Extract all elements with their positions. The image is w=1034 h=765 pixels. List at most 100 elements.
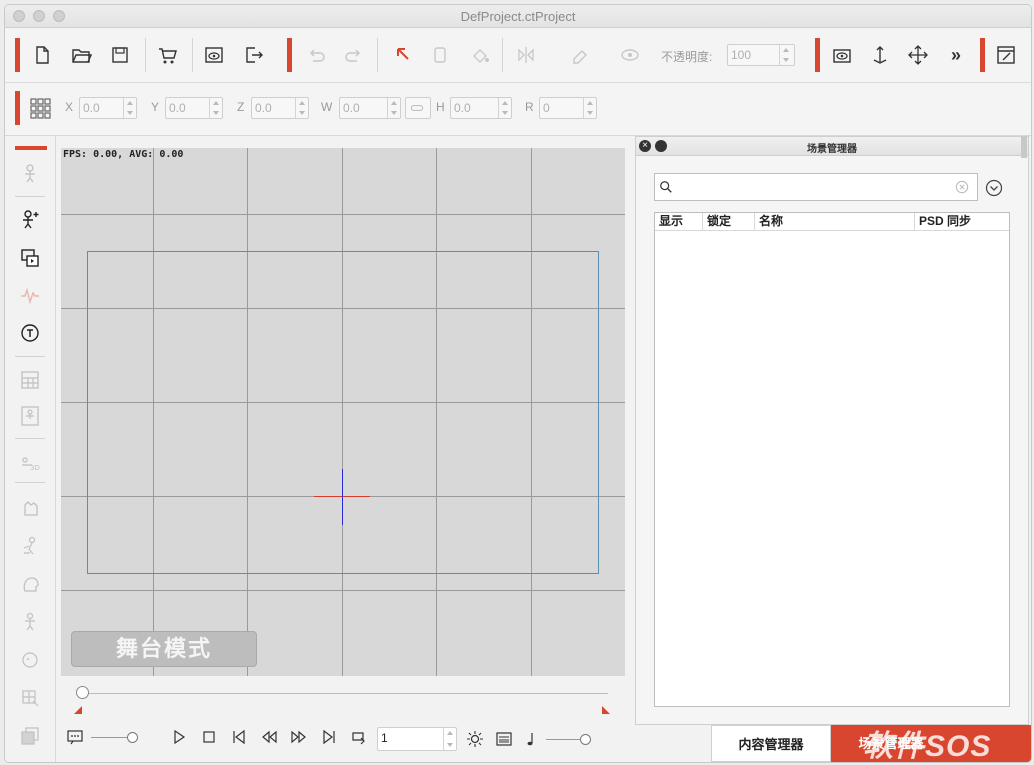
panel-separator (15, 356, 45, 357)
select-arrow-icon[interactable] (390, 42, 416, 68)
column-header-lock[interactable]: 锁定 (703, 213, 755, 230)
toolbar-separator (192, 38, 193, 72)
stage-mode-button[interactable]: 舞台模式 (71, 631, 257, 667)
w-input[interactable]: 0.0 (339, 97, 401, 119)
r-label: R (525, 100, 534, 114)
toolbar-grip (287, 38, 292, 72)
scene-search-box[interactable] (654, 173, 978, 201)
motion-puppet-icon[interactable] (18, 534, 42, 558)
toolbar-grip (980, 38, 985, 72)
volume-slider-thumb[interactable] (580, 734, 591, 745)
undo-icon[interactable] (303, 42, 329, 68)
table-header-row: 显示 锁定 名称 PSD 同步 (655, 213, 1009, 231)
flip-icon[interactable] (513, 42, 539, 68)
anchor-icon[interactable] (867, 42, 893, 68)
eraser-icon[interactable] (567, 42, 593, 68)
h-input[interactable]: 0.0 (450, 97, 512, 119)
link-icon (410, 105, 424, 111)
h-value: 0.0 (454, 101, 471, 115)
camera-eye-icon[interactable] (829, 42, 855, 68)
figure-icon[interactable] (18, 610, 42, 634)
character-magic-icon[interactable] (18, 208, 42, 232)
h-stepper[interactable] (498, 98, 511, 118)
y-stepper[interactable] (209, 98, 222, 118)
text-bubble-icon[interactable] (18, 322, 42, 346)
preview-icon[interactable] (201, 42, 227, 68)
video-frame-icon[interactable] (18, 246, 42, 270)
z-input[interactable]: 0.0 (251, 97, 309, 119)
grid-layout-icon[interactable] (18, 368, 42, 392)
scene-search-input[interactable] (677, 177, 951, 199)
r-value: 0 (543, 101, 550, 115)
zoom-slider-thumb[interactable] (127, 732, 138, 743)
range-end-marker[interactable] (602, 706, 610, 714)
w-stepper[interactable] (387, 98, 400, 118)
filter-dropdown-icon[interactable] (985, 179, 1003, 197)
stop-icon[interactable] (199, 727, 219, 747)
z-stepper[interactable] (295, 98, 308, 118)
new-file-icon[interactable] (29, 42, 55, 68)
first-frame-icon[interactable] (229, 727, 249, 747)
x-stepper[interactable] (123, 98, 136, 118)
opacity-dropdown-arrow[interactable] (779, 45, 794, 65)
visibility-eye-icon[interactable] (617, 42, 643, 68)
cart-icon[interactable] (154, 42, 180, 68)
rewind-icon[interactable] (259, 727, 279, 747)
hand-gesture-icon[interactable] (18, 496, 42, 520)
column-header-show[interactable]: 显示 (655, 213, 703, 230)
paint-bucket-icon[interactable] (467, 42, 493, 68)
save-icon[interactable] (107, 42, 133, 68)
window-title: DefProject.ctProject (460, 9, 576, 24)
loop-icon[interactable] (349, 727, 369, 747)
display-options-icon[interactable] (494, 729, 514, 749)
frame-stepper[interactable] (443, 728, 456, 750)
move-icon[interactable] (905, 42, 931, 68)
link-ratio-button[interactable] (405, 97, 431, 119)
zoom-slider-track[interactable] (91, 737, 131, 738)
face-icon[interactable] (18, 648, 42, 672)
y-input[interactable]: 0.0 (165, 97, 223, 119)
copy-icon[interactable] (427, 42, 453, 68)
clear-search-icon[interactable] (955, 180, 969, 194)
crop-grid-icon[interactable] (18, 686, 42, 710)
column-header-name[interactable]: 名称 (755, 213, 915, 230)
frame-input[interactable]: 1 (377, 727, 457, 751)
open-folder-icon[interactable] (68, 42, 94, 68)
panel-title: 场景管理器 (807, 144, 857, 155)
edit-panel-icon[interactable] (993, 42, 1019, 68)
tab-content-manager[interactable]: 内容管理器 (711, 725, 831, 762)
fps-readout: FPS: 0.00, AVG: 0.00 (63, 149, 184, 160)
opacity-input[interactable]: 100 (727, 44, 795, 66)
head-profile-icon[interactable] (18, 572, 42, 596)
subtitle-icon[interactable] (65, 727, 85, 747)
3d-icon[interactable]: 3D (18, 450, 42, 474)
fast-forward-icon[interactable] (289, 727, 309, 747)
toolbar-separator (145, 38, 146, 72)
play-icon[interactable] (169, 727, 189, 747)
layers-icon[interactable] (18, 724, 42, 748)
music-note-icon[interactable] (521, 729, 541, 749)
z-label: Z (237, 100, 245, 114)
audio-wave-icon[interactable] (18, 284, 42, 308)
brightness-icon[interactable] (465, 729, 485, 749)
export-icon[interactable] (241, 42, 267, 68)
r-stepper[interactable] (583, 98, 596, 118)
opacity-value: 100 (731, 48, 752, 62)
main-toolbar: 不透明度: 100 » (5, 28, 1031, 83)
r-input[interactable]: 0 (539, 97, 597, 119)
redo-icon[interactable] (341, 42, 367, 68)
range-start-marker[interactable] (74, 706, 82, 714)
last-frame-icon[interactable] (319, 727, 339, 747)
stage-bounds (87, 251, 599, 574)
timeline-track[interactable] (83, 693, 608, 694)
character-tool-icon[interactable] (18, 162, 42, 186)
puppet-icon[interactable] (18, 404, 42, 428)
grid-icon[interactable] (27, 95, 53, 121)
timeline-playhead[interactable] (76, 686, 89, 699)
x-input[interactable]: 0.0 (79, 97, 137, 119)
more-tools-button[interactable]: » (943, 42, 969, 68)
y-label: Y (151, 100, 160, 114)
column-header-psd-sync[interactable]: PSD 同步 (915, 213, 1009, 230)
stage-canvas[interactable]: FPS: 0.00, AVG: 0.00 舞台模式 (61, 148, 625, 676)
panel-scrollbar[interactable] (1021, 136, 1027, 158)
